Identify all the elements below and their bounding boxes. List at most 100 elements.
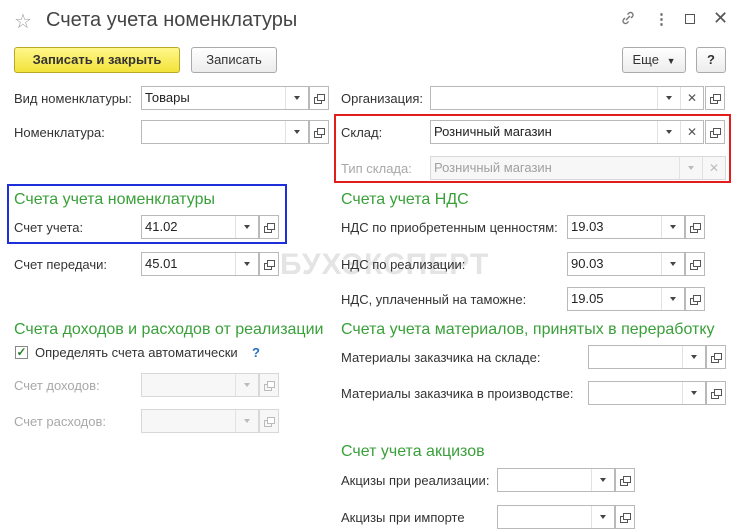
account-label: Счет учета: (14, 220, 84, 235)
excise-section-title: Счет учета акцизов (341, 443, 485, 460)
dropdown-icon[interactable] (657, 87, 680, 109)
nomenclature-type-field[interactable]: Товары (141, 86, 309, 110)
link-icon[interactable] (620, 10, 636, 30)
account-field[interactable]: 41.02 (141, 215, 259, 239)
nomenclature-value (142, 121, 285, 143)
close-icon[interactable]: ✕ (713, 8, 728, 29)
income-account-label: Счет доходов: (14, 378, 100, 393)
nomenclature-label: Номенклатура: (14, 125, 105, 140)
dropdown-icon[interactable] (235, 253, 258, 275)
dropdown-icon (679, 157, 702, 179)
maximize-icon[interactable] (685, 14, 695, 24)
dropdown-icon[interactable] (591, 506, 614, 528)
warehouse-label: Склад: (341, 125, 383, 140)
vat-section-title: Счета учета НДС (341, 191, 469, 208)
open-icon[interactable] (259, 215, 279, 239)
dropdown-icon[interactable] (285, 87, 308, 109)
materials-section-title: Счета учета материалов, принятых в перер… (341, 321, 715, 338)
dropdown-icon[interactable] (661, 216, 684, 238)
materials-production-label: Материалы заказчика в производстве: (341, 386, 574, 401)
open-icon[interactable] (685, 252, 705, 276)
dropdown-icon[interactable] (591, 469, 614, 491)
excise-import-value (498, 506, 591, 528)
vat-acquired-field[interactable]: 19.03 (567, 215, 685, 239)
dropdown-icon[interactable] (235, 216, 258, 238)
vat-acquired-value: 19.03 (571, 219, 604, 234)
materials-production-value (589, 382, 682, 404)
warehouse-type-field: Розничный магазин ✕ (430, 156, 726, 180)
dropdown-icon[interactable] (285, 121, 308, 143)
save-and-close-button[interactable]: Записать и закрыть (14, 47, 180, 73)
excise-sales-label: Акцизы при реализации: (341, 473, 490, 488)
more-button[interactable]: Еще ▼ (622, 47, 686, 73)
excise-import-field[interactable] (497, 505, 615, 529)
clear-icon[interactable]: ✕ (680, 121, 703, 143)
auto-accounts-checkbox[interactable]: ✓ (15, 346, 28, 359)
materials-warehouse-value (589, 346, 682, 368)
warehouse-field[interactable]: Розничный магазин ✕ (430, 120, 704, 144)
open-icon[interactable] (685, 287, 705, 311)
open-icon[interactable] (705, 86, 725, 110)
vat-customs-field[interactable]: 19.05 (567, 287, 685, 311)
open-icon[interactable] (615, 505, 635, 529)
materials-warehouse-field[interactable] (588, 345, 706, 369)
more-button-label: Еще (632, 52, 659, 67)
vat-customs-label: НДС, уплаченный на таможне: (341, 292, 527, 307)
window-title: Счета учета номенклатуры (46, 9, 298, 31)
dropdown-icon[interactable] (661, 288, 684, 310)
more-vertical-icon[interactable]: ⋮ (654, 10, 669, 28)
excise-sales-field[interactable] (497, 468, 615, 492)
clear-icon: ✕ (702, 157, 725, 179)
dropdown-icon[interactable] (661, 253, 684, 275)
dropdown-icon (235, 374, 258, 396)
account-value: 41.02 (145, 219, 178, 234)
open-icon[interactable] (259, 252, 279, 276)
open-icon[interactable] (309, 86, 329, 110)
clear-icon[interactable]: ✕ (680, 87, 703, 109)
open-icon (259, 409, 279, 433)
excise-sales-value (498, 469, 591, 491)
dropdown-icon[interactable] (682, 346, 705, 368)
dropdown-icon (235, 410, 258, 432)
vat-sales-field[interactable]: 90.03 (567, 252, 685, 276)
accounts-section-title: Счета учета номенклатуры (14, 191, 216, 208)
organization-label: Организация: (341, 91, 424, 106)
transfer-account-value: 45.01 (145, 256, 178, 271)
open-icon[interactable] (705, 120, 725, 144)
dropdown-icon[interactable] (657, 121, 680, 143)
expense-account-label: Счет расходов: (14, 414, 106, 429)
income-account-field (141, 373, 259, 397)
save-button[interactable]: Записать (191, 47, 277, 73)
expense-account-field (141, 409, 259, 433)
vat-sales-label: НДС по реализации: (341, 257, 466, 272)
open-icon[interactable] (706, 381, 726, 405)
nomenclature-type-label: Вид номенклатуры: (14, 91, 132, 106)
auto-accounts-label[interactable]: Определять счета автоматически (35, 345, 238, 360)
vat-customs-value: 19.05 (571, 291, 604, 306)
organization-value (431, 87, 657, 109)
excise-import-label: Акцизы при импорте (341, 510, 465, 525)
star-icon[interactable]: ☆ (14, 9, 32, 34)
dropdown-icon[interactable] (682, 382, 705, 404)
vat-sales-value: 90.03 (571, 256, 604, 271)
open-icon (259, 373, 279, 397)
income-account-value (142, 374, 235, 396)
income-section-title: Счета доходов и расходов от реализации (14, 321, 324, 338)
warehouse-type-label: Тип склада: (341, 161, 412, 176)
nomenclature-field[interactable] (141, 120, 309, 144)
help-icon[interactable]: ? (252, 345, 260, 360)
nomenclature-type-value: Товары (145, 90, 190, 105)
transfer-account-field[interactable]: 45.01 (141, 252, 259, 276)
help-button[interactable]: ? (696, 47, 726, 73)
organization-field[interactable]: ✕ (430, 86, 704, 110)
open-icon[interactable] (706, 345, 726, 369)
transfer-account-label: Счет передачи: (14, 257, 107, 272)
open-icon[interactable] (685, 215, 705, 239)
open-icon[interactable] (309, 120, 329, 144)
vat-acquired-label: НДС по приобретенным ценностям: (341, 220, 558, 235)
materials-production-field[interactable] (588, 381, 706, 405)
materials-warehouse-label: Материалы заказчика на складе: (341, 350, 541, 365)
chevron-down-icon: ▼ (666, 56, 676, 66)
warehouse-type-value: Розничный магазин (434, 160, 552, 175)
open-icon[interactable] (615, 468, 635, 492)
